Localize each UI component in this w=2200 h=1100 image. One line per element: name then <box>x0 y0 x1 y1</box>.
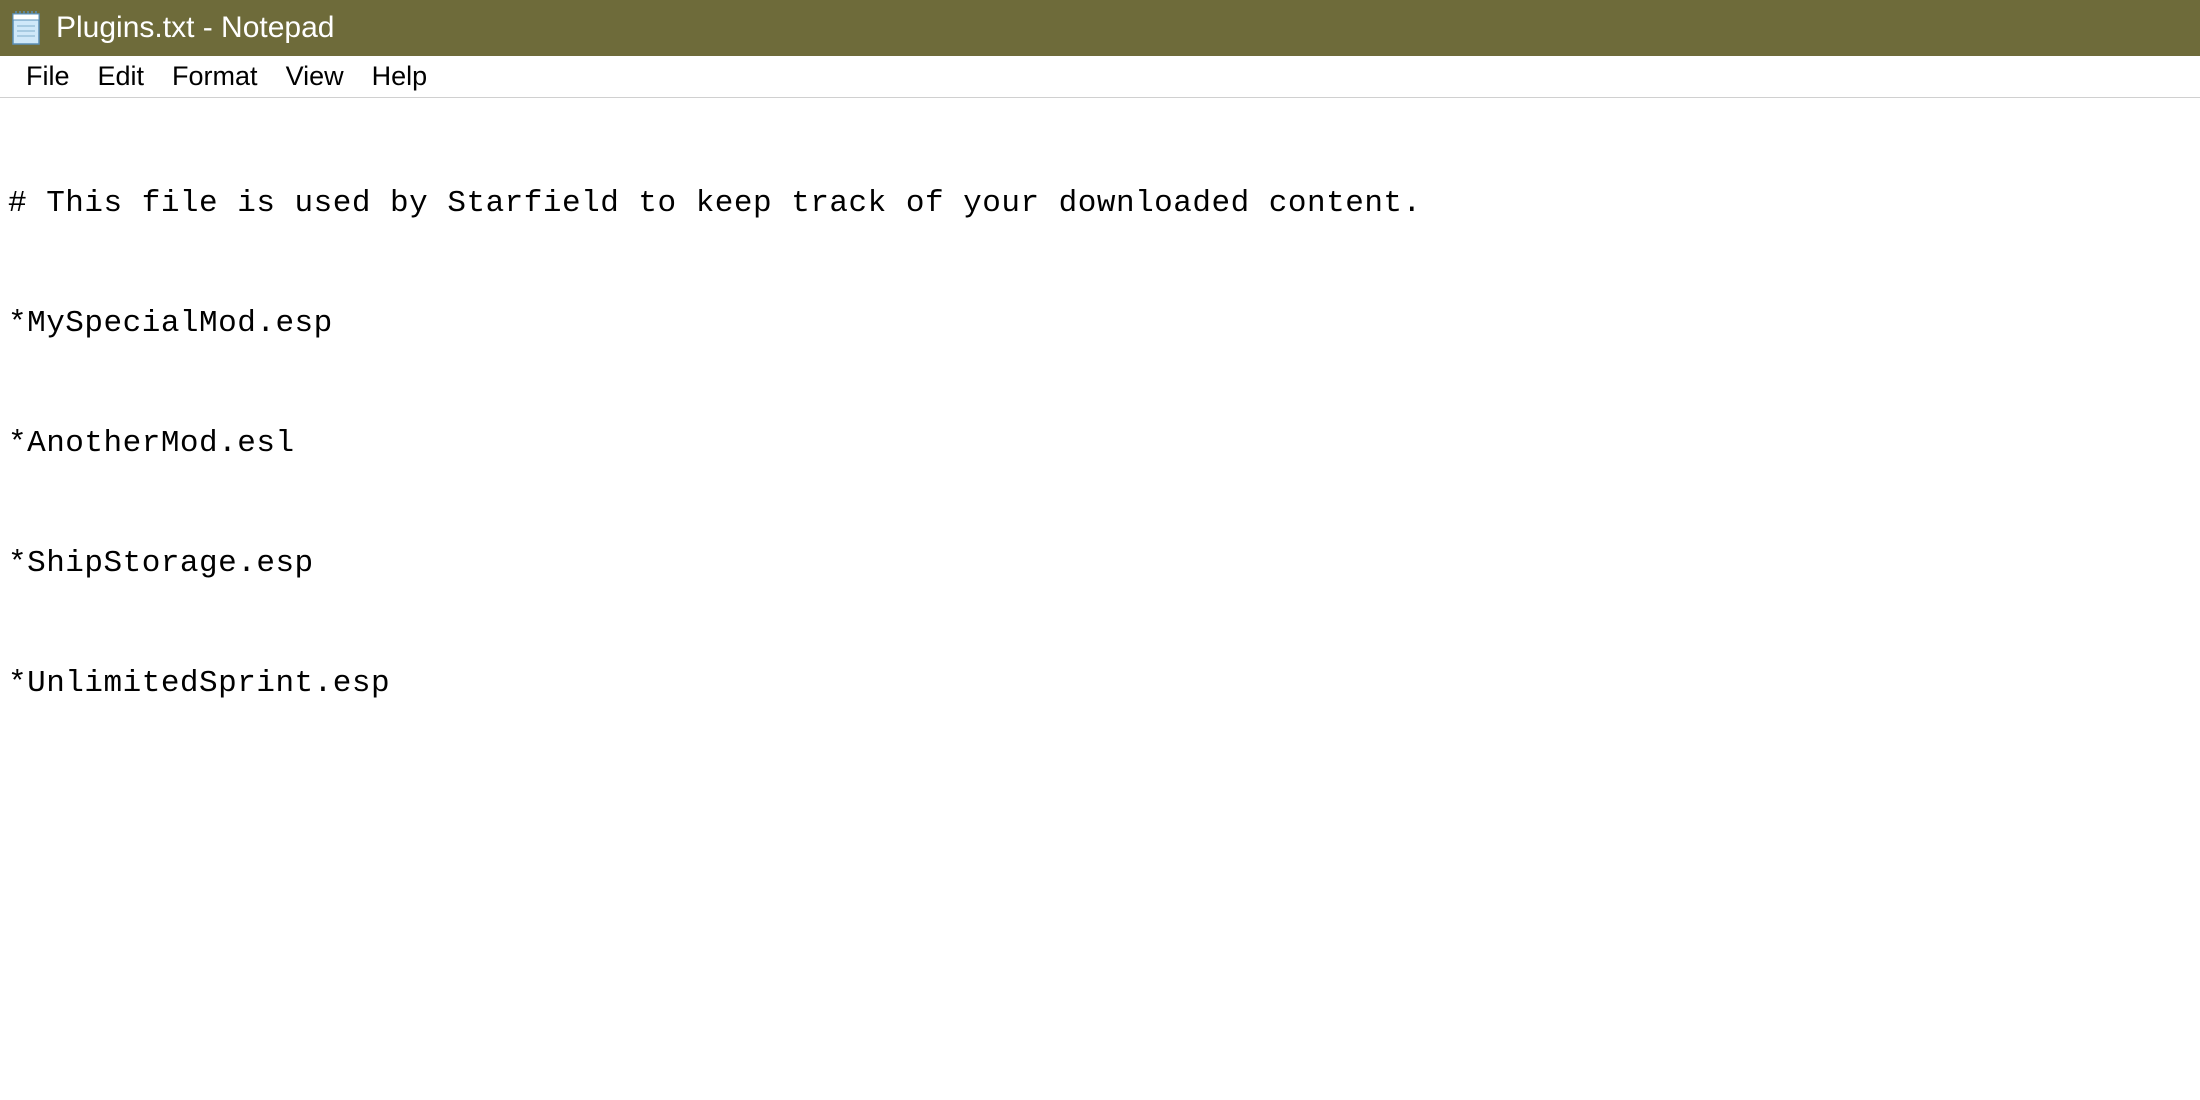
editor-line: *MySpecialMod.esp <box>8 304 2192 344</box>
menu-format[interactable]: Format <box>158 57 272 96</box>
notepad-icon <box>8 10 44 46</box>
menu-view[interactable]: View <box>272 57 358 96</box>
text-editor[interactable]: # This file is used by Starfield to keep… <box>0 98 2200 1100</box>
editor-line: *ShipStorage.esp <box>8 544 2192 584</box>
editor-line: # This file is used by Starfield to keep… <box>8 184 2192 224</box>
menu-file[interactable]: File <box>12 57 84 96</box>
window-title: Plugins.txt - Notepad <box>56 11 334 45</box>
editor-line: *AnotherMod.esl <box>8 424 2192 464</box>
editor-line: *UnlimitedSprint.esp <box>8 664 2192 704</box>
titlebar: Plugins.txt - Notepad <box>0 0 2200 56</box>
menu-edit[interactable]: Edit <box>84 57 159 96</box>
menu-help[interactable]: Help <box>358 57 442 96</box>
menubar: File Edit Format View Help <box>0 56 2200 98</box>
